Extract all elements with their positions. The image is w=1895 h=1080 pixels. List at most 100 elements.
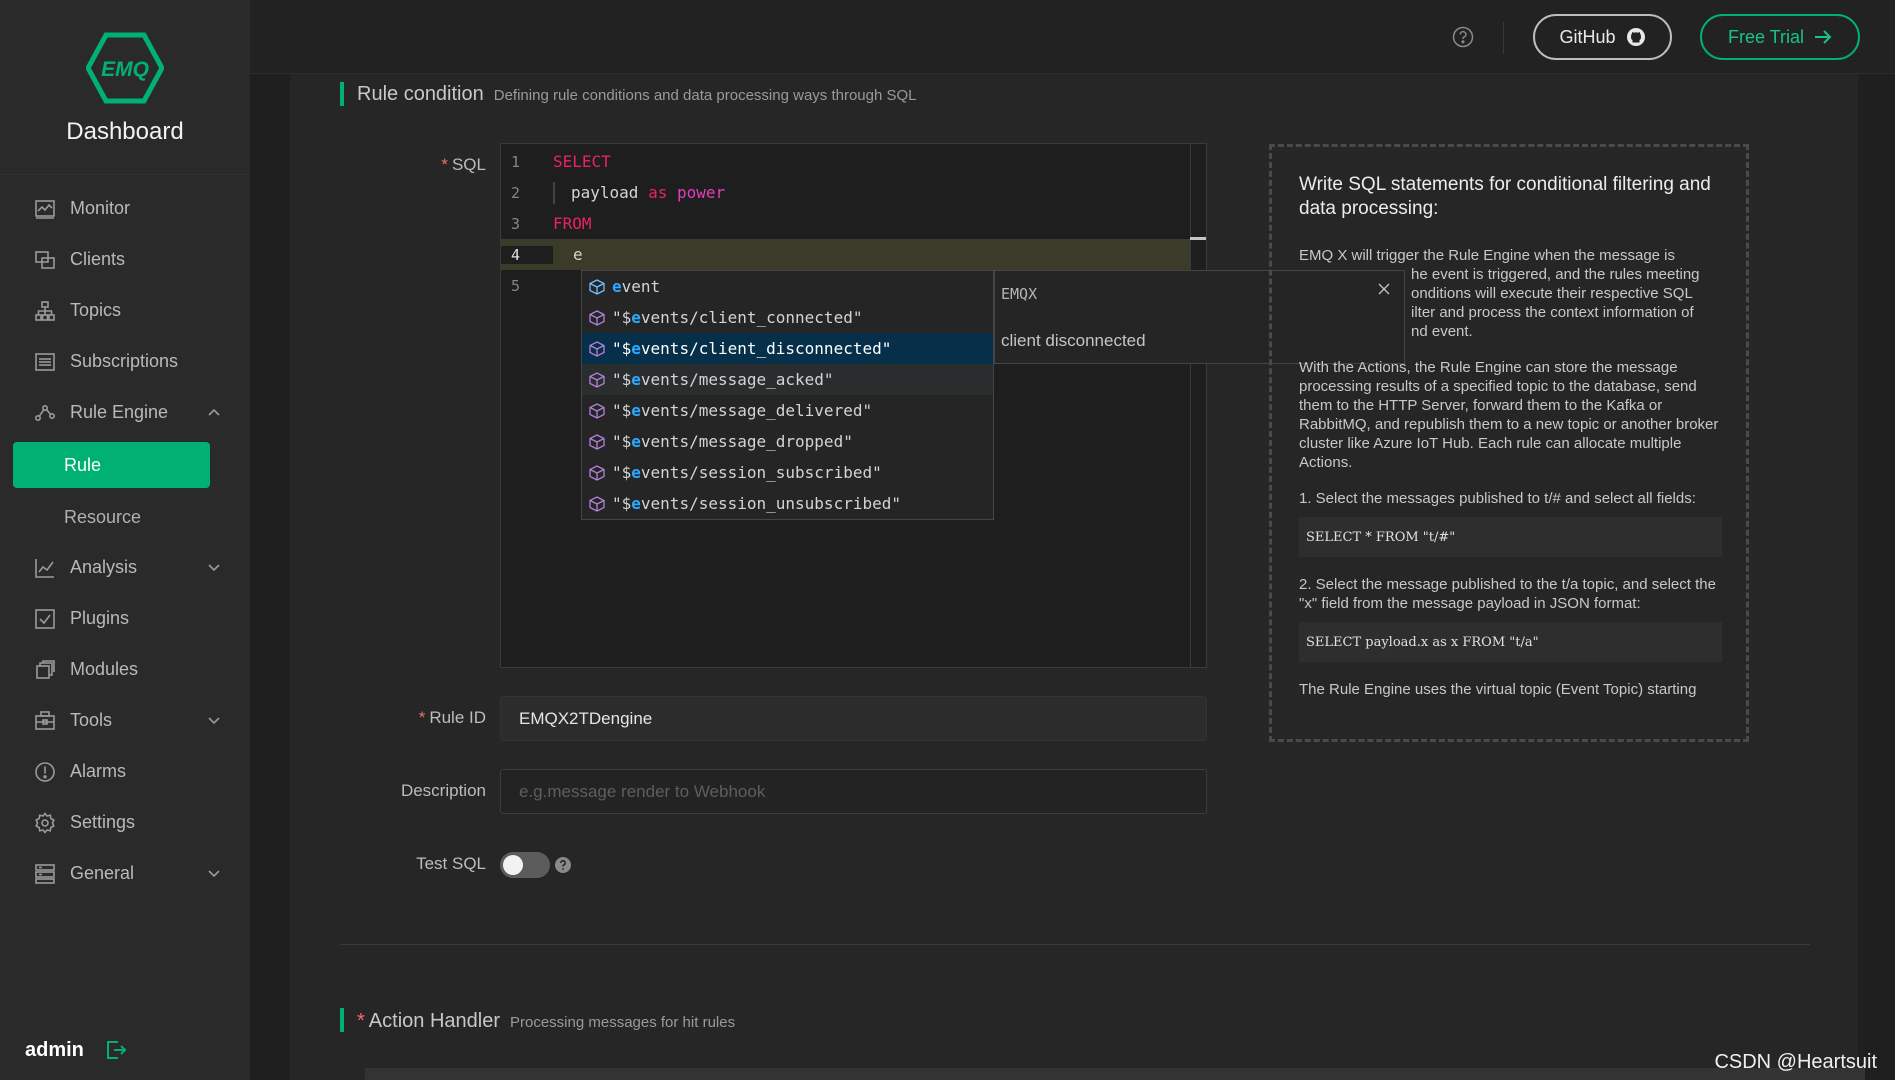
sql-keyword: SELECT (553, 152, 611, 171)
username: admin (25, 1038, 84, 1061)
suggestion-rest: vents/session_subscribed" (640, 463, 882, 482)
emq-logo: EMQ (86, 32, 164, 104)
sidebar-nav: Monitor Clients Topics Subscriptions Rul… (0, 175, 250, 899)
autocomplete-item[interactable]: "$ e vents/message_delivered" (582, 395, 993, 426)
general-icon (34, 863, 56, 885)
suggestion-prefix: "$ (612, 494, 632, 513)
test-sql-label: Test SQL (416, 854, 486, 873)
section-title: * Action Handler (357, 1010, 500, 1032)
alarms-icon (34, 761, 56, 783)
sidebar-item-general[interactable]: General (0, 848, 250, 899)
suggestion-match: e (631, 463, 641, 482)
autocomplete-item[interactable]: "$ e vents/message_acked" (582, 364, 993, 395)
line-number: 5 (511, 276, 521, 295)
sidebar-item-clients[interactable]: Clients (0, 234, 250, 285)
subscriptions-icon (34, 351, 56, 373)
suggestion-prefix: "$ (612, 463, 632, 482)
topbar: GitHub Free Trial (250, 0, 1895, 74)
sql-field: payload (571, 183, 639, 202)
suggestion-match: e (631, 339, 641, 358)
sidebar-item-analysis[interactable]: Analysis (0, 542, 250, 593)
monitor-icon (34, 198, 56, 220)
free-trial-button[interactable]: Free Trial (1700, 14, 1860, 60)
sidebar-item-modules[interactable]: Modules (0, 644, 250, 695)
help-icon[interactable] (1452, 26, 1474, 48)
rule-id-label: * Rule ID (418, 708, 486, 727)
autocomplete-item[interactable]: e vent (582, 271, 993, 302)
sidebar-item-rule[interactable]: Rule (13, 442, 210, 488)
suggestion-rest: vents/message_dropped" (640, 432, 853, 451)
autocomplete-item[interactable]: "$ e vents/session_subscribed" (582, 457, 993, 488)
autocomplete-list: e vent "$ e vents/client_connected" "$ e vents/… (581, 270, 994, 520)
keyword-cube-icon (589, 278, 605, 295)
sidebar-item-alarms[interactable]: Alarms (0, 746, 250, 797)
sidebar-item-plugins[interactable]: Plugins (0, 593, 250, 644)
sidebar-item-resource[interactable]: Resource (0, 492, 250, 542)
help-code-example: SELECT payload.x as x FROM "t/a" (1299, 622, 1722, 662)
sidebar-item-topics[interactable]: Topics (0, 285, 250, 336)
value-cube-icon (589, 495, 605, 512)
suggestion-rest: vents/message_acked" (640, 370, 834, 389)
editor-scroll-thumb[interactable] (1190, 237, 1206, 240)
code-line: 1 SELECT (501, 146, 1191, 177)
editor-scrollbar[interactable] (1190, 144, 1206, 667)
sidebar-item-label: Settings (70, 812, 136, 832)
sidebar-item-monitor[interactable]: Monitor (0, 183, 250, 234)
value-cube-icon (589, 309, 605, 326)
help-paragraph: With the Actions, the Rule Engine can st… (1299, 359, 1719, 471)
sql-keyword: as (648, 183, 668, 202)
code-line: 3 FROM (501, 208, 1191, 239)
plugins-icon (34, 608, 56, 630)
action-handler-header: * Action Handler Processing messages for … (357, 1010, 735, 1033)
value-cube-icon (589, 464, 605, 481)
suggestion-rest: vents/client_connected" (640, 308, 863, 327)
action-handler-strip (365, 1068, 1865, 1080)
toggle-knob (503, 855, 523, 875)
sidebar-item-label: Monitor (70, 198, 131, 218)
sidebar: EMQ Dashboard Monitor Clients Topics Sub… (0, 0, 250, 1080)
sidebar-item-settings[interactable]: Settings (0, 797, 250, 848)
sidebar-item-subscriptions[interactable]: Subscriptions (0, 336, 250, 387)
help-code-example: SELECT * FROM "t/#" (1299, 517, 1722, 557)
help-paragraph: The Rule Engine uses the virtual topic (… (1299, 681, 1697, 698)
autocomplete-item[interactable]: "$ e vents/message_dropped" (582, 426, 993, 457)
sidebar-item-label: Topics (70, 300, 122, 320)
suggestion-match: e (631, 401, 641, 420)
autocomplete-item[interactable]: "$ e vents/client_disconnected" (582, 333, 993, 364)
line-number: 1 (511, 152, 521, 171)
sidebar-item-label: General (70, 863, 135, 883)
test-sql-toggle[interactable] (500, 852, 550, 878)
detail-body: client disconnected (1001, 331, 1146, 350)
github-label: GitHub (1559, 26, 1616, 47)
value-cube-icon (589, 433, 605, 450)
sidebar-item-label: Plugins (70, 608, 130, 628)
logout-icon[interactable] (104, 1038, 128, 1062)
sidebar-item-label: Modules (70, 659, 139, 679)
help-paragraph: 1. Select the messages published to t/# … (1299, 490, 1696, 507)
sql-help-panel: Write SQL statements for conditional fil… (1269, 144, 1749, 742)
rule-engine-icon (34, 402, 56, 424)
autocomplete-item[interactable]: "$ e vents/client_connected" (582, 302, 993, 333)
section-subtitle: Defining rule conditions and data proces… (493, 87, 917, 104)
arrow-right-icon (1815, 30, 1832, 44)
suggestion-match: e (631, 370, 641, 389)
suggestion-prefix: "$ (612, 401, 632, 420)
section-accent-bar (340, 1008, 344, 1032)
suggestion-prefix: "$ (612, 432, 632, 451)
autocomplete-item[interactable]: "$ e vents/session_unsubscribed" (582, 488, 993, 519)
rule-id-input[interactable]: EMQX2TDengine (500, 696, 1207, 741)
rule-condition-header: Rule condition Defining rule conditions … (357, 83, 917, 106)
chevron-up-icon (208, 408, 220, 416)
question-icon[interactable] (554, 856, 572, 874)
github-button[interactable]: GitHub (1533, 14, 1672, 60)
sidebar-item-tools[interactable]: Tools (0, 695, 250, 746)
suggestion-prefix: "$ (612, 308, 632, 327)
section-divider (340, 944, 1810, 945)
description-input[interactable]: e.g.message render to Webhook (500, 769, 1207, 814)
chevron-down-icon (208, 717, 220, 725)
sql-keyword: FROM (553, 214, 592, 233)
section-accent-bar (340, 82, 344, 106)
sidebar-item-rule-engine[interactable]: Rule Engine (0, 387, 250, 438)
description-label: Description (400, 781, 486, 800)
sidebar-item-label: Clients (70, 249, 126, 269)
